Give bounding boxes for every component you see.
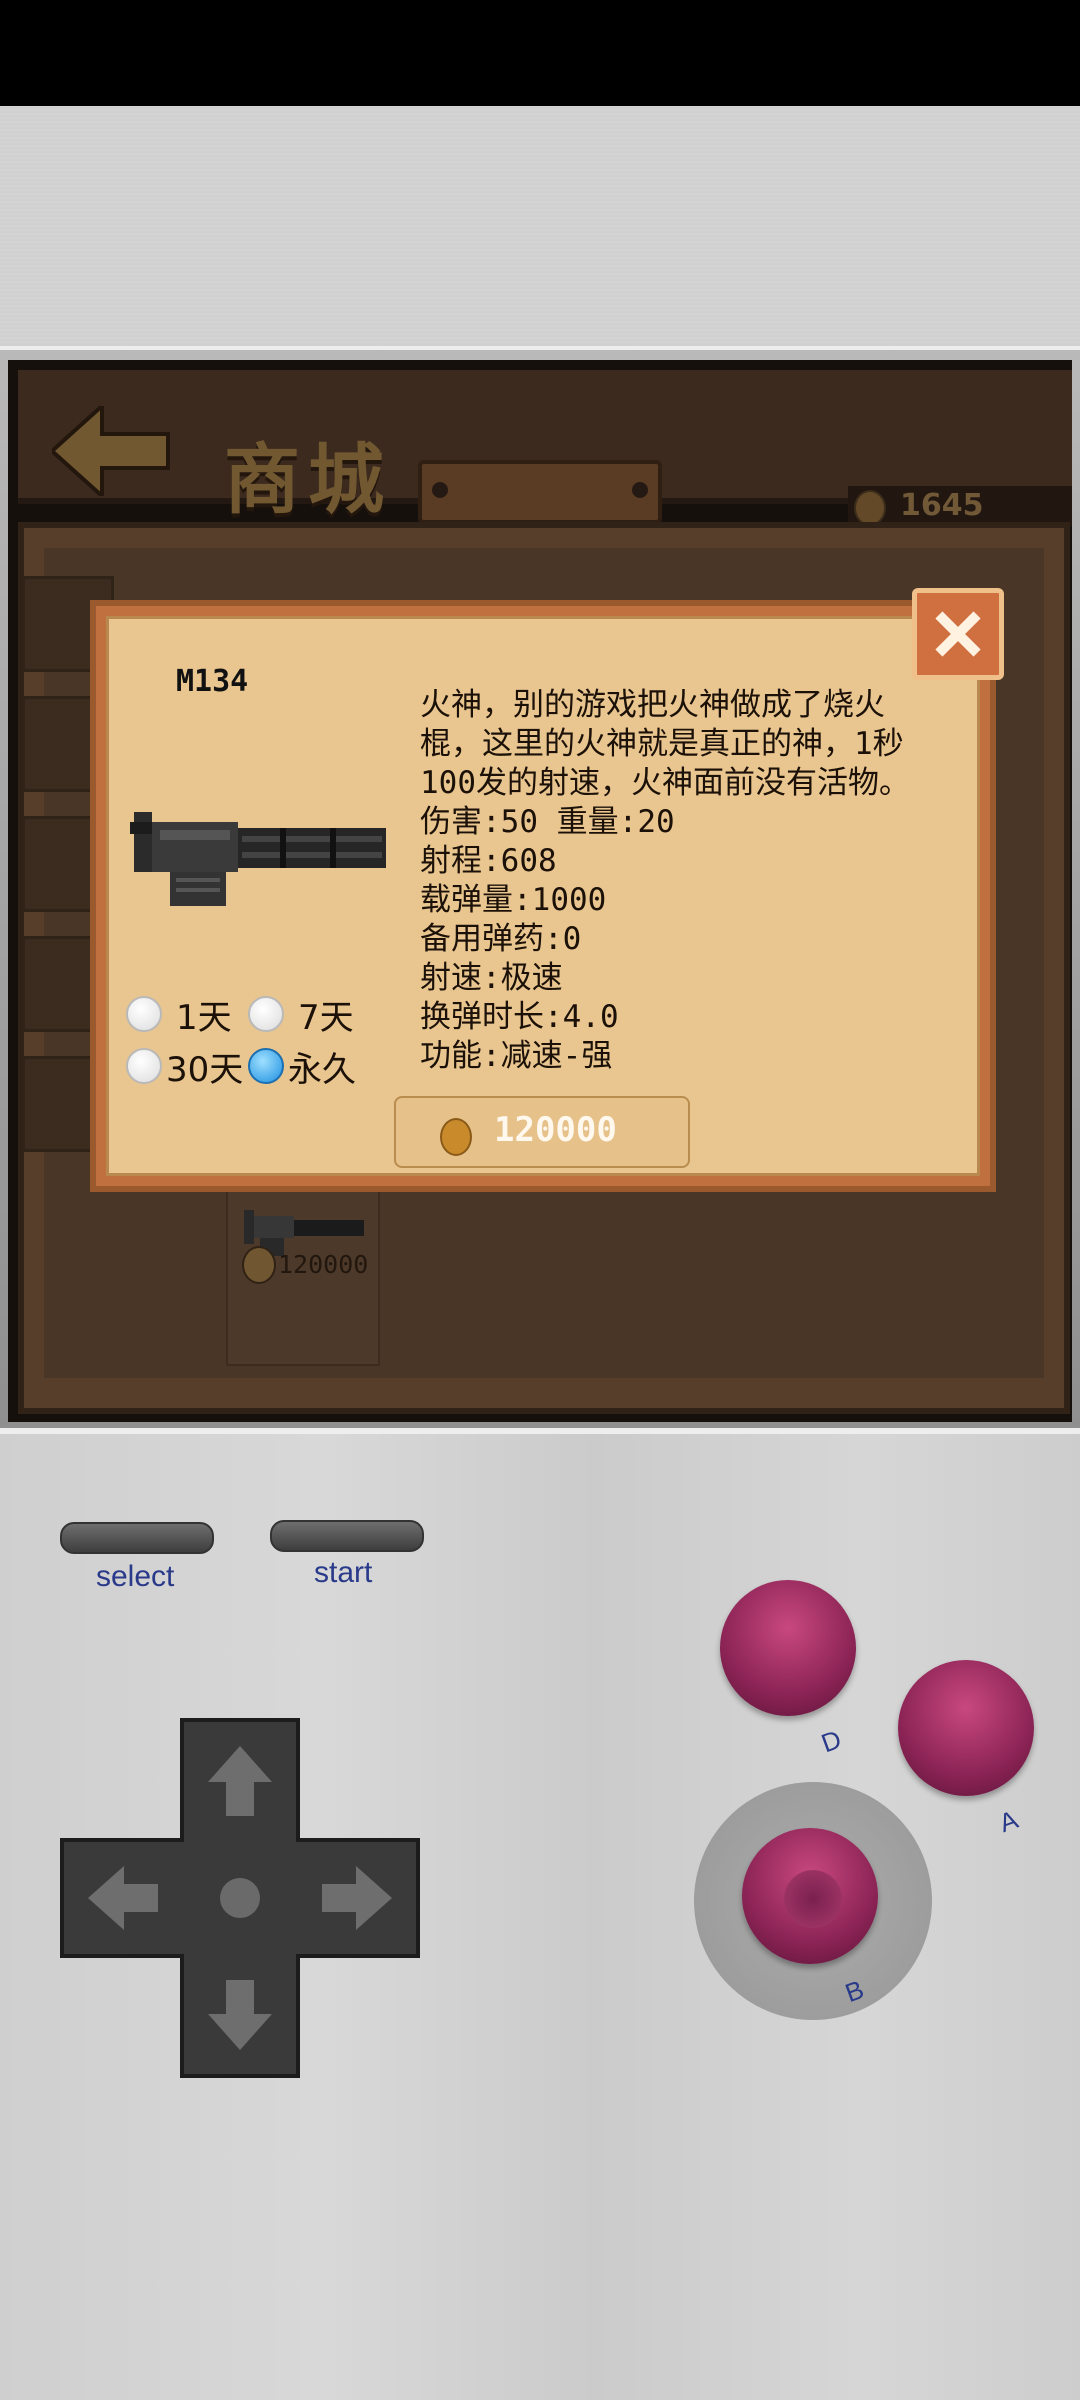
stat-damage-weight: 伤害:50 重量:20 (420, 804, 675, 840)
radio-30-days[interactable] (126, 1048, 162, 1084)
description-line: 火神，别的游戏把火神做成了烧火 (420, 687, 885, 723)
start-label: start (314, 1556, 373, 1589)
status-bar (0, 0, 1080, 106)
radio-permanent[interactable] (248, 1048, 284, 1084)
button-a[interactable] (898, 1660, 1034, 1796)
stat-magazine: 载弹量:1000 (420, 882, 607, 918)
stat-fire-rate: 射速:极速 (420, 960, 563, 996)
buy-button[interactable]: 120000 (394, 1096, 690, 1168)
button-d-label: D (817, 1723, 846, 1759)
device-bezel (0, 106, 1080, 346)
select-button[interactable] (60, 1522, 214, 1554)
radio-label-30-days: 30天 (166, 1050, 244, 1090)
radio-1-day[interactable] (126, 996, 162, 1032)
radio-label-7-days: 7天 (298, 998, 354, 1038)
dpad[interactable] (58, 1716, 422, 2080)
description-line: 棍，这里的火神就是真正的神，1秒 (420, 726, 904, 762)
minigun-image (130, 812, 386, 906)
stat-range: 射程:608 (420, 843, 557, 879)
weapon-name: M134 (176, 664, 249, 699)
start-button[interactable] (270, 1520, 424, 1552)
stat-reload-time: 换弹时长:4.0 (420, 999, 619, 1035)
weapon-description: 火神，别的游戏把火神做成了烧火 棍，这里的火神就是真正的神，1秒 100发的射速… (420, 686, 940, 1076)
coin-icon (440, 1118, 472, 1156)
game-screen: 商城 1645 120000 M134 火神，别的游戏把火神做成了烧火 棍，这里… (8, 360, 1072, 1422)
description-line: 100发的射速，火神面前没有活物。 (420, 765, 910, 801)
radio-7-days[interactable] (248, 996, 284, 1032)
screen-frame: 商城 1645 120000 M134 火神，别的游戏把火神做成了烧火 棍，这里… (0, 346, 1080, 1434)
radio-label-permanent: 永久 (288, 1050, 356, 1090)
button-a-label: A (995, 1803, 1022, 1839)
select-label: select (96, 1560, 175, 1593)
close-button[interactable] (912, 588, 1004, 680)
button-d[interactable] (720, 1580, 856, 1716)
buy-price: 120000 (494, 1110, 617, 1150)
radio-label-1-day: 1天 (176, 998, 232, 1038)
stat-reserve-ammo: 备用弹药:0 (420, 921, 582, 957)
stat-function: 功能:减速-强 (420, 1038, 613, 1074)
